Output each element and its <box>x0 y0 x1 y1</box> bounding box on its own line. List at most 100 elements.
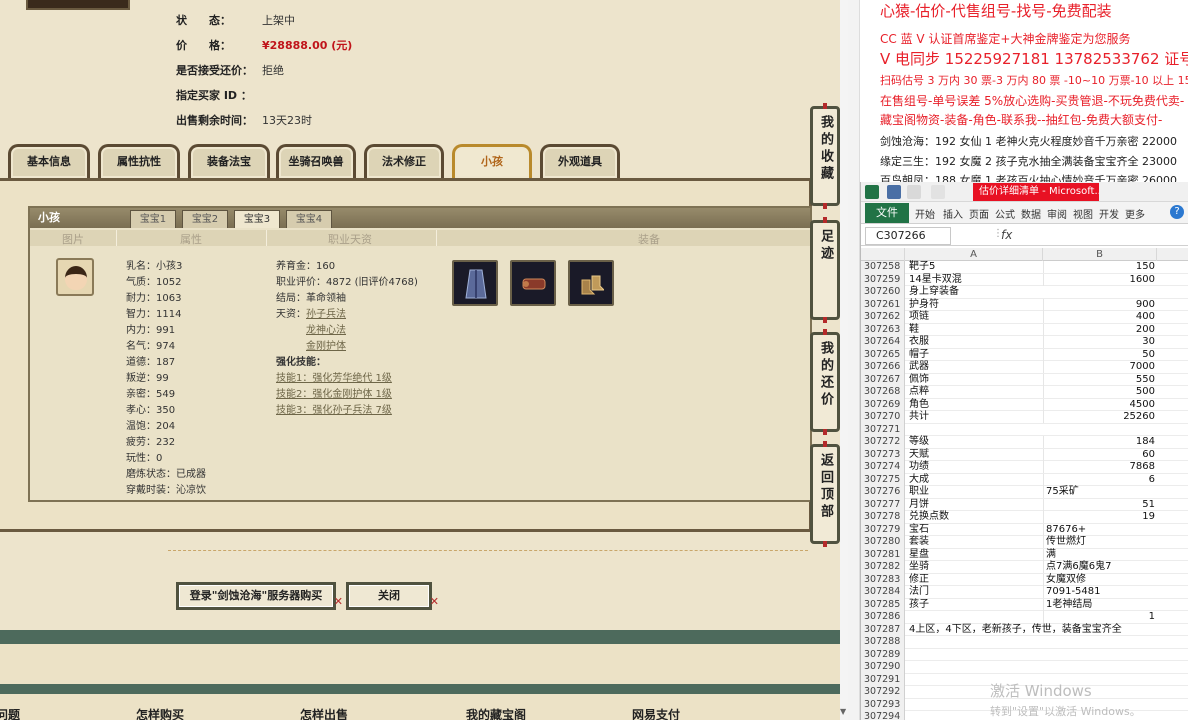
row-number[interactable]: 307275 <box>861 473 905 486</box>
cell-b[interactable]: 200 <box>1043 323 1157 336</box>
table-row[interactable]: 307266 武器 7000 <box>861 361 1188 374</box>
row-number[interactable]: 307286 <box>861 611 905 624</box>
table-row[interactable]: 307267 佩饰 550 <box>861 373 1188 386</box>
footer-link-faq[interactable]: 问题 <box>0 706 20 720</box>
row-number[interactable]: 307283 <box>861 573 905 586</box>
cell-b[interactable]: 7868 <box>1043 461 1157 473</box>
cell-b[interactable]: 女魔双修 <box>1043 573 1157 586</box>
cell-b[interactable]: 1 <box>1043 611 1157 623</box>
row-number[interactable]: 307269 <box>861 398 905 411</box>
cell-b[interactable]: 500 <box>1043 386 1157 398</box>
ribbon-tab-insert[interactable]: 插入 <box>943 206 963 221</box>
table-row[interactable]: 307275 大成 6 <box>861 473 1188 486</box>
cell-b[interactable]: 1老神结局 <box>1043 598 1157 611</box>
cell-a[interactable]: 套装 <box>909 536 1041 548</box>
ribbon-tab-view[interactable]: 视图 <box>1073 206 1093 221</box>
cell-b[interactable]: 1600 <box>1043 273 1157 286</box>
my-favorites-button[interactable]: 我的收藏 <box>810 103 840 209</box>
back-to-top-button[interactable]: 返回顶部 <box>810 441 840 547</box>
row-number[interactable]: 307289 <box>861 648 905 661</box>
table-row[interactable]: 307274 功绩 7868 <box>861 461 1188 474</box>
talent-link-1[interactable]: 孙子兵法 <box>306 305 346 320</box>
table-row[interactable]: 307258 靶子5 150 <box>861 261 1188 274</box>
cell-a[interactable]: 兑换点数 <box>909 511 1041 523</box>
table-row[interactable]: 307287 4上区，4下区，老新孩子，传世，装备宝宝齐全 <box>861 623 1188 636</box>
ribbon-tab-data[interactable]: 数据 <box>1021 206 1041 221</box>
column-a-header[interactable]: A <box>905 248 1043 261</box>
row-number[interactable]: 307273 <box>861 448 905 461</box>
cell-a[interactable]: 职业 <box>909 486 1041 498</box>
row-number[interactable]: 307271 <box>861 423 905 436</box>
fx-icon[interactable]: fx <box>1001 228 1012 242</box>
cell-b[interactable]: 30 <box>1043 336 1157 348</box>
table-row[interactable]: 307279 宝石 87676+ <box>861 523 1188 536</box>
cell-a[interactable]: 大成 <box>909 474 1041 486</box>
cell-a[interactable]: 佩饰 <box>909 374 1041 386</box>
row-number[interactable]: 307290 <box>861 661 905 674</box>
row-number[interactable]: 307258 <box>861 261 905 274</box>
cell-b[interactable]: 550 <box>1043 373 1157 386</box>
undo-icon[interactable] <box>907 185 921 199</box>
ribbon-tab-developer[interactable]: 开发 <box>1099 206 1119 221</box>
table-row[interactable]: 307271 <box>861 423 1188 436</box>
page-scrollbar[interactable]: ▼ <box>840 0 848 720</box>
row-number[interactable]: 307285 <box>861 598 905 611</box>
save-icon[interactable] <box>887 185 901 199</box>
tab-child[interactable]: 小孩 <box>452 144 532 178</box>
redo-icon[interactable] <box>931 185 945 199</box>
table-row[interactable]: 307278 兑换点数 19 <box>861 511 1188 524</box>
column-b-header[interactable]: B <box>1043 248 1157 261</box>
cell-b[interactable]: 87676+ <box>1043 523 1157 536</box>
scroll-icon[interactable] <box>510 260 556 306</box>
table-row[interactable]: 307283 修正 女魔双修 <box>861 573 1188 586</box>
row-number[interactable]: 307272 <box>861 436 905 449</box>
cell-b[interactable]: 50 <box>1043 348 1157 361</box>
footer-link-how-sell[interactable]: 怎样出售 <box>300 706 348 720</box>
table-row[interactable]: 307264 衣服 30 <box>861 336 1188 349</box>
row-number[interactable]: 307288 <box>861 636 905 649</box>
row-number[interactable]: 307262 <box>861 311 905 324</box>
row-number[interactable]: 307265 <box>861 348 905 361</box>
ribbon-tab-file[interactable]: 文件 <box>865 203 909 223</box>
cell-b[interactable]: 51 <box>1043 498 1157 511</box>
row-number[interactable]: 307267 <box>861 373 905 386</box>
my-bargain-button[interactable]: 我的还价 <box>810 329 840 435</box>
footer-link-netease-pay[interactable]: 网易支付 <box>632 706 680 720</box>
row-number[interactable]: 307264 <box>861 336 905 349</box>
spreadsheet-grid[interactable]: A B 307258 靶子5 150 307259 14星卡双混 1600 307260 身上… <box>861 248 1188 720</box>
row-number[interactable]: 307266 <box>861 361 905 374</box>
table-row[interactable]: 307270 共计 25260 <box>861 411 1188 424</box>
row-number[interactable]: 307293 <box>861 698 905 711</box>
footer-link-my-treasure[interactable]: 我的藏宝阁 <box>466 706 526 720</box>
close-button[interactable]: 关闭 ✕ <box>346 582 439 610</box>
table-row[interactable]: 307259 14星卡双混 1600 <box>861 273 1188 286</box>
cell-a[interactable]: 功绩 <box>909 461 1041 473</box>
table-row[interactable]: 307262 项链 400 <box>861 311 1188 324</box>
cell-a[interactable]: 孩子 <box>909 599 1041 611</box>
subtab-baby-4[interactable]: 宝宝4 <box>286 210 332 228</box>
tab-equipment[interactable]: 装备法宝 <box>188 144 270 178</box>
row-number[interactable]: 307282 <box>861 561 905 574</box>
skill-link-1[interactable]: 技能1：强化芳华绝代 1级 <box>276 369 392 384</box>
row-number[interactable]: 307279 <box>861 523 905 536</box>
talent-link-3[interactable]: 金刚护体 <box>306 337 346 352</box>
table-row[interactable]: 307282 坐骑 点7满6魔6鬼7 <box>861 561 1188 574</box>
cell-a[interactable]: 鞋 <box>909 324 1041 336</box>
help-icon[interactable]: ? <box>1170 205 1184 219</box>
row-number[interactable]: 307294 <box>861 711 905 720</box>
row-number[interactable]: 307292 <box>861 686 905 699</box>
row-number[interactable]: 307276 <box>861 486 905 499</box>
table-row[interactable]: 307273 天赋 60 <box>861 448 1188 461</box>
row-number[interactable]: 307274 <box>861 461 905 474</box>
table-row[interactable]: 307277 月饼 51 <box>861 498 1188 511</box>
ribbon-tab-formula[interactable]: 公式 <box>995 206 1015 221</box>
row-number[interactable]: 307261 <box>861 298 905 311</box>
row-number[interactable]: 307287 <box>861 623 905 636</box>
row-number[interactable]: 307260 <box>861 286 905 299</box>
table-row[interactable]: 307263 鞋 200 <box>861 323 1188 336</box>
robe-icon[interactable] <box>452 260 498 306</box>
cell-a[interactable]: 法门 <box>909 586 1041 598</box>
table-row[interactable]: 307285 孩子 1老神结局 <box>861 598 1188 611</box>
table-row[interactable]: 307276 职业 75采矿 <box>861 486 1188 499</box>
cell-b[interactable]: 75采矿 <box>1043 486 1157 498</box>
